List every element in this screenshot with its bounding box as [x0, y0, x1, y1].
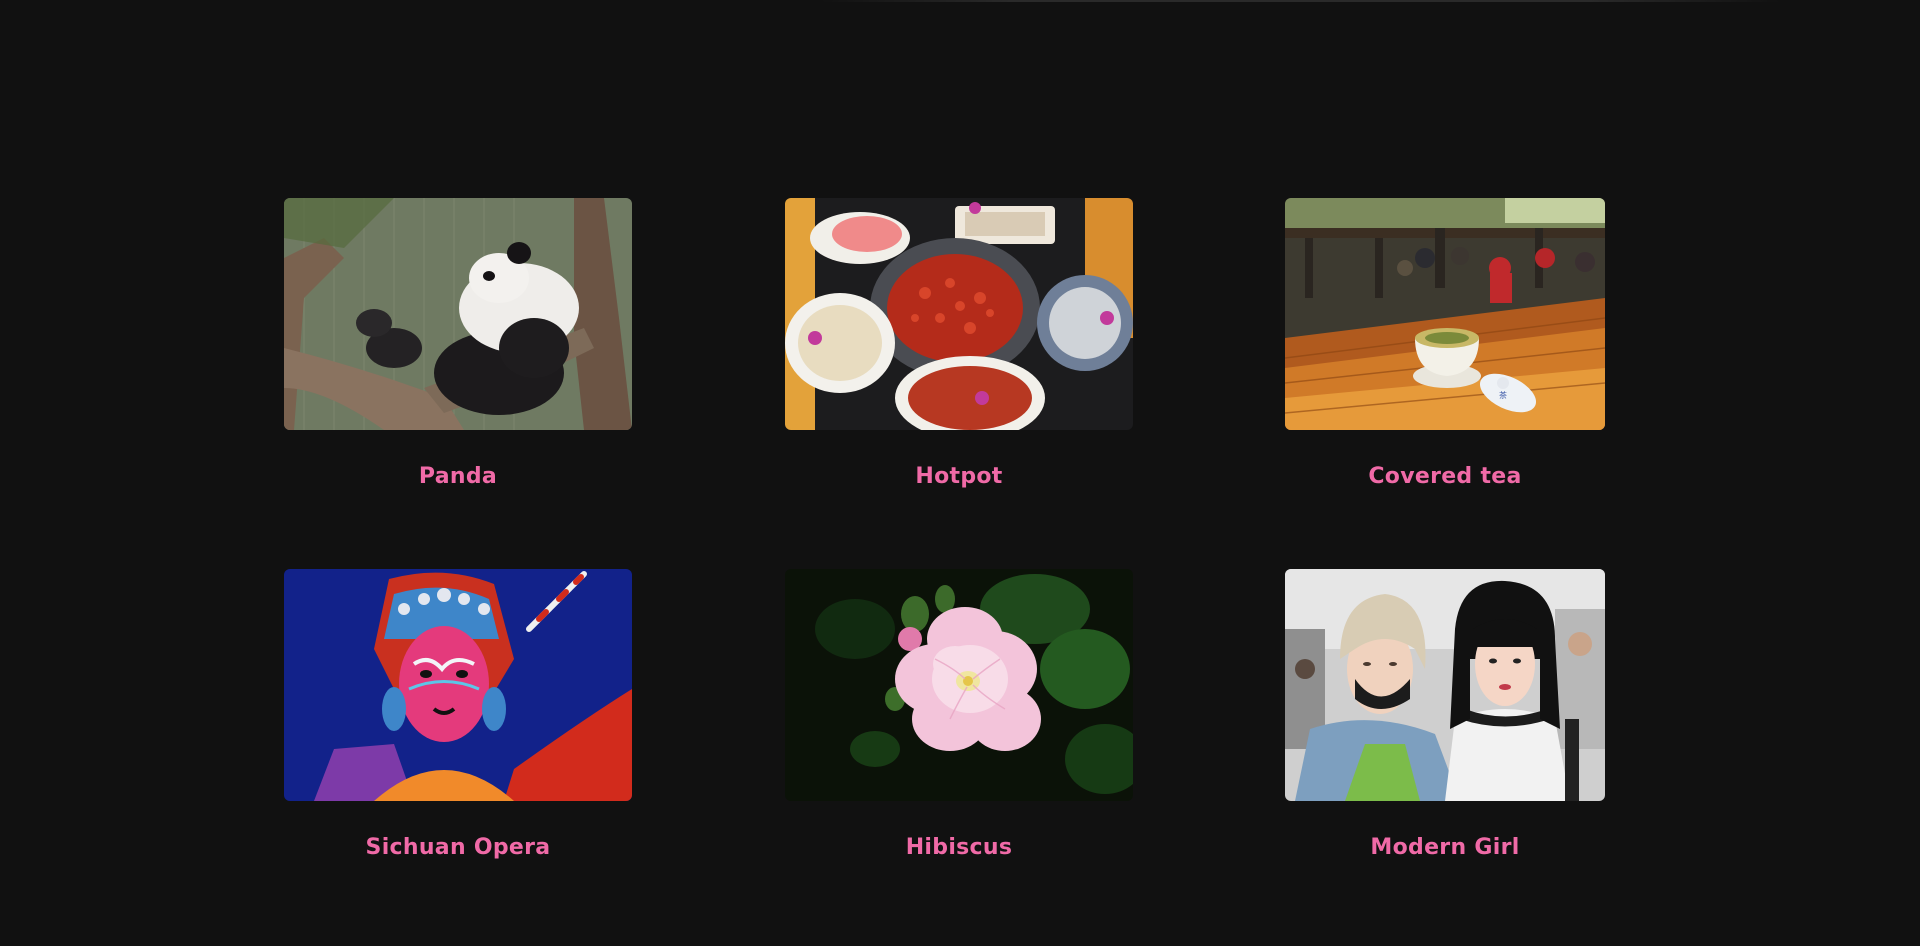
caption-hotpot[interactable]: Hotpot — [785, 464, 1133, 489]
gallery-card-hotpot[interactable]: Hotpot — [785, 198, 1133, 498]
caption-panda[interactable]: Panda — [284, 464, 632, 489]
modern-girl-photo[interactable] — [1285, 569, 1605, 801]
gallery-card-modern-girl[interactable]: Modern Girl — [1285, 569, 1605, 869]
hotpot-photo[interactable] — [785, 198, 1133, 430]
caption-hibiscus[interactable]: Hibiscus — [785, 835, 1133, 860]
gallery-card-sichuan-opera[interactable]: Sichuan Opera — [284, 569, 632, 869]
panda-photo[interactable] — [284, 198, 632, 430]
caption-modern-girl[interactable]: Modern Girl — [1285, 835, 1605, 860]
gallery-card-covered-tea[interactable]: 茶 Covered tea — [1285, 198, 1605, 498]
gallery-card-panda[interactable]: Panda — [284, 198, 632, 498]
gallery-card-hibiscus[interactable]: Hibiscus — [785, 569, 1133, 869]
caption-sichuan-opera[interactable]: Sichuan Opera — [284, 835, 632, 860]
gallery-page: Panda Hotpot 茶 Covered tea Sichuan Opera… — [0, 0, 1920, 946]
top-divider — [820, 0, 1780, 2]
caption-covered-tea[interactable]: Covered tea — [1285, 464, 1605, 489]
svg-text:茶: 茶 — [1499, 390, 1507, 400]
hibiscus-photo[interactable] — [785, 569, 1133, 801]
covered-tea-photo[interactable]: 茶 — [1285, 198, 1605, 430]
sichuan-opera-photo[interactable] — [284, 569, 632, 801]
